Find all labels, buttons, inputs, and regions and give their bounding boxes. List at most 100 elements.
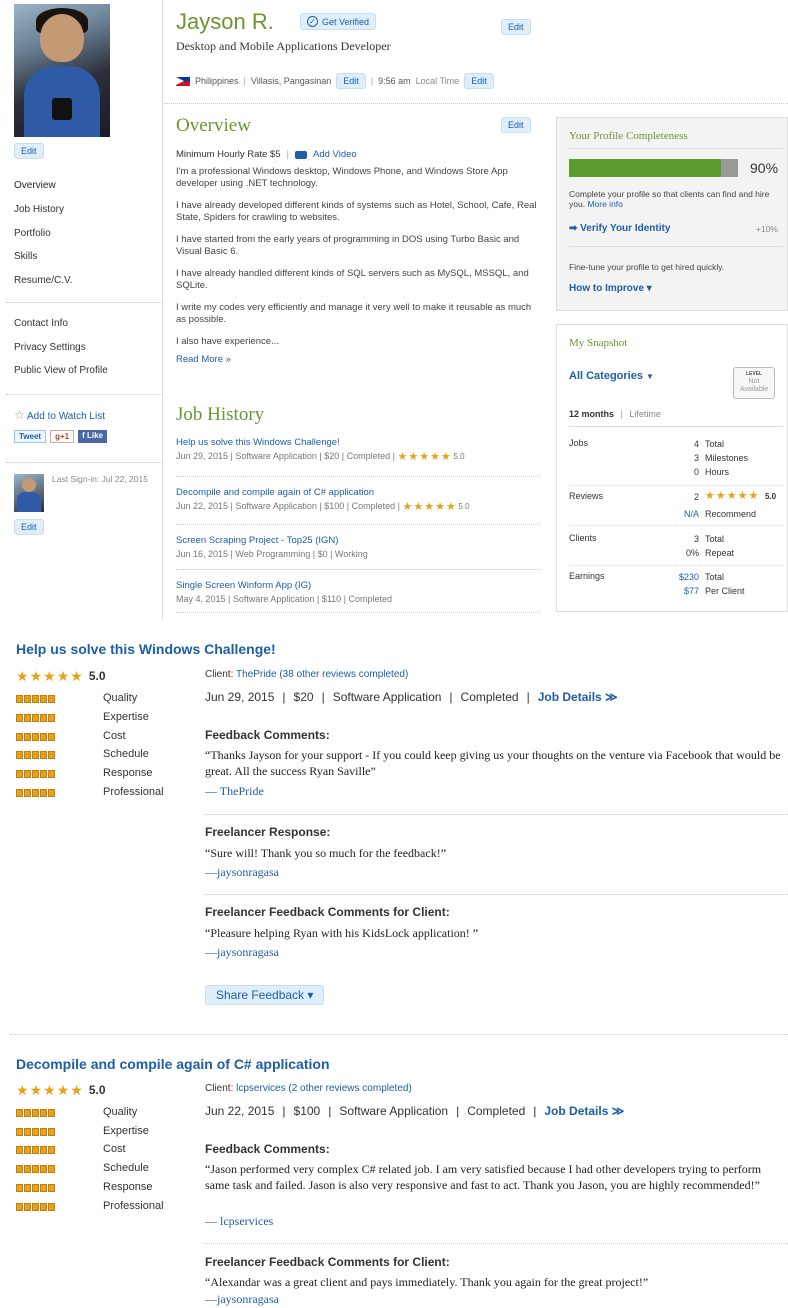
job-title-link[interactable]: Decompile and compile again of C# applic… [176, 487, 540, 498]
nav-overview[interactable]: Overview [14, 180, 56, 191]
more-info-link[interactable]: More info [587, 199, 622, 209]
review-rating-value: 5.0 [88, 669, 106, 683]
completeness-progress-fill [569, 159, 722, 177]
profile-photo [14, 4, 110, 137]
feedback-text: “Thanks Jayson for your support - If you… [205, 748, 781, 778]
review-meta-row: Jun 29, 2015 | $20 | Software Application |… [205, 690, 618, 704]
nav-skills[interactable]: Skills [14, 251, 37, 262]
criteria-row: Response [16, 767, 186, 786]
divider [6, 462, 162, 463]
overview-paragraph: I have already developed different kinds… [176, 200, 537, 223]
criteria-label: Schedule [103, 1162, 149, 1174]
recommend-label: Recommend [705, 509, 757, 519]
divider [176, 569, 540, 570]
criteria-row: Professional [16, 1200, 186, 1219]
overview-paragraph: I write my codes very efficiently and ma… [176, 302, 532, 325]
response-signature[interactable]: —jaysonragasa [205, 865, 279, 880]
watch-list-link[interactable]: ☆ Add to Watch List [14, 408, 105, 422]
earnings-total-value: $230 [678, 572, 699, 582]
nav-contact-info[interactable]: Contact Info [14, 318, 68, 329]
review-amount: $100 [293, 1104, 321, 1118]
divider [176, 612, 540, 613]
local-time-label: Local Time [415, 76, 460, 86]
job-title-link[interactable]: Screen Scraping Project - Top25 (IGN) [176, 535, 540, 546]
period-tabs: 12 months | Lifetime [569, 409, 661, 419]
criteria-row: Expertise [16, 711, 186, 730]
job-title-link[interactable]: Single Screen Winform App (IG) [176, 580, 540, 591]
client-feedback-signature[interactable]: —jaysonragasa [205, 1292, 279, 1307]
criteria-label: Professional [103, 1200, 164, 1212]
criteria-meter [16, 751, 55, 759]
category-dropdown[interactable]: All Categories ▼ [569, 370, 654, 382]
job-history-title: Job History [176, 404, 265, 425]
country: Philippines [195, 76, 239, 86]
facebook-like-button[interactable]: f Like [78, 430, 108, 443]
divider [6, 394, 162, 395]
job-history-item: Screen Scraping Project - Top25 (IGN) Ju… [176, 535, 540, 559]
overview-paragraph: I'm a professional Windows desktop, Wind… [176, 166, 508, 189]
job-details-link[interactable]: Job Details ≫ [538, 690, 618, 704]
jobs-total-value: 4 [693, 439, 699, 449]
period-tab-12-months[interactable]: 12 months [569, 409, 614, 419]
client-other-reviews-link[interactable]: (2 other reviews completed) [288, 1083, 411, 1094]
tweet-button[interactable]: Tweet [14, 430, 47, 443]
period-tab-lifetime[interactable]: Lifetime [629, 409, 661, 419]
divider [205, 814, 788, 815]
review-category: Software Application [339, 1104, 449, 1118]
jobs-label: Jobs [569, 438, 589, 448]
criteria-meter [16, 1184, 55, 1192]
review-client-row: Client: lcpservices (2 other reviews com… [205, 1083, 412, 1094]
overview-text: I'm a professional Windows desktop, Wind… [176, 166, 538, 365]
share-feedback-button[interactable]: Share Feedback ▾ [205, 985, 325, 1005]
milestones-label: Milestones [705, 453, 749, 463]
client-feedback-label: Freelancer Feedback Comments for Client: [205, 1255, 450, 1269]
review-title[interactable]: Help us solve this Windows Challenge! [16, 641, 276, 657]
client-link[interactable]: ThePride [236, 669, 277, 680]
add-video-link[interactable]: Add Video [313, 149, 357, 160]
response-text: “Sure will! Thank you so much for the fe… [205, 846, 447, 860]
review-client-row: Client: ThePride (38 other reviews compl… [205, 669, 408, 680]
client-other-reviews-link[interactable]: (38 other reviews completed) [279, 669, 408, 680]
reviews-rating: 5.0 [765, 492, 777, 501]
feedback-label: Feedback Comments: [205, 1142, 330, 1156]
reviews-label: Reviews [569, 491, 604, 501]
nav-portfolio[interactable]: Portfolio [14, 228, 51, 239]
review-title[interactable]: Decompile and compile again of C# applic… [16, 1056, 330, 1072]
get-verified-button[interactable]: ✓ Get Verified [300, 13, 377, 30]
small-avatar-edit-button[interactable]: Edit [14, 519, 44, 535]
job-title-link[interactable]: Help us solve this Windows Challenge! [176, 437, 540, 448]
client-feedback-label: Freelancer Feedback Comments for Client: [205, 905, 450, 919]
gplus-button[interactable]: g+1 [50, 430, 75, 443]
name-edit-button[interactable]: Edit [501, 19, 531, 35]
criteria-row: Schedule [16, 1162, 186, 1181]
rate-row: Minimum Hourly Rate $5 | Add Video [176, 149, 357, 160]
location-edit-button[interactable]: Edit [336, 73, 366, 89]
criteria-label: Quality [103, 692, 138, 704]
hourly-rate: Minimum Hourly Rate $5 [176, 149, 281, 160]
overview-paragraph: I have already handled different kinds o… [176, 268, 529, 291]
criteria-row: Expertise [16, 1125, 186, 1144]
read-more-link[interactable]: Read More » [176, 354, 538, 365]
nav-public-view[interactable]: Public View of Profile [14, 365, 108, 376]
criteria-row: Cost [16, 730, 186, 749]
criteria-label: Cost [103, 730, 126, 742]
last-signin: Last Sign-in: Jul 22, 2015 [52, 474, 148, 484]
job-details-link[interactable]: Job Details ≫ [544, 1104, 624, 1118]
overview-edit-button[interactable]: Edit [501, 117, 531, 133]
time-edit-button[interactable]: Edit [464, 73, 494, 89]
nav-job-history[interactable]: Job History [14, 204, 64, 215]
nav-privacy-settings[interactable]: Privacy Settings [14, 342, 86, 353]
job-meta: Jun 16, 2015 | Web Programming | $0 | Wo… [176, 549, 368, 559]
photo-edit-button[interactable]: Edit [14, 143, 44, 159]
how-to-improve-link[interactable]: How to Improve ▾ [569, 283, 652, 294]
criteria-label: Cost [103, 1143, 126, 1155]
client-feedback-signature[interactable]: —jaysonragasa [205, 945, 279, 960]
nav-resume[interactable]: Resume/C.V. [14, 275, 73, 286]
feedback-signature[interactable]: — ThePride [205, 784, 264, 799]
verify-identity-link[interactable]: ➡ Verify Your Identity [569, 223, 670, 234]
review-overall-rating: ★ ★ ★ ★ ★ 5.0 [16, 1083, 106, 1097]
earnings-label: Earnings [569, 571, 605, 581]
feedback-signature[interactable]: — lcpservices [205, 1214, 273, 1229]
client-link[interactable]: lcpservices [236, 1083, 285, 1094]
verify-identity-label: Verify Your Identity [580, 223, 671, 234]
